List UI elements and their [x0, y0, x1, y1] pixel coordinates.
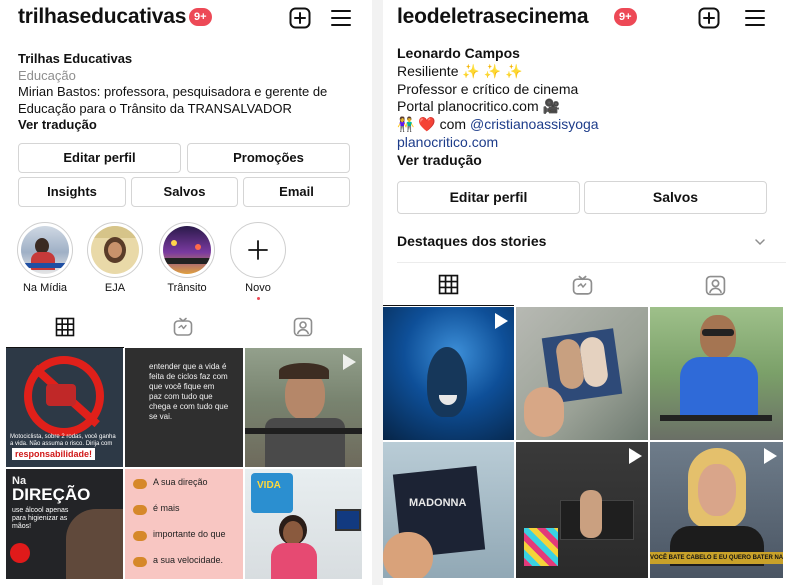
bio-prefix: 👫 ❤️ com — [397, 116, 470, 133]
tagged-icon — [293, 317, 313, 337]
story-highlights-title[interactable]: Destaques dos stories — [397, 233, 546, 249]
highlight-new[interactable]: Novo — [230, 222, 286, 300]
edit-profile-button[interactable]: Editar perfil — [397, 181, 580, 214]
post-line: importante do que — [153, 529, 226, 539]
notification-badge[interactable]: 9+ — [614, 8, 637, 26]
promotions-button[interactable]: Promoções — [187, 143, 350, 173]
tab-igtv[interactable] — [516, 264, 648, 306]
post-thumbnail[interactable] — [650, 307, 783, 440]
plus-square-icon[interactable] — [288, 6, 312, 30]
highlight-na-midia[interactable]: Na Mídia — [17, 222, 73, 294]
post-caption: use álcool apenas para higienizar as mão… — [12, 507, 69, 530]
highlight-label: Novo — [245, 282, 271, 294]
tagged-icon — [705, 275, 725, 295]
highlight-thumbnail — [163, 226, 211, 274]
profile-tabs — [383, 264, 800, 306]
tab-tagged[interactable] — [649, 264, 781, 306]
profile-bio: Trilhas Educativas Educação Mirian Basto… — [18, 51, 327, 134]
insights-button[interactable]: Insights — [18, 177, 126, 207]
edit-profile-button[interactable]: Editar perfil — [18, 143, 181, 173]
post-line: é mais — [153, 503, 180, 513]
plus-square-icon[interactable] — [697, 6, 721, 30]
saved-button[interactable]: Salvos — [584, 181, 767, 214]
play-icon — [495, 313, 508, 329]
post-thumbnail[interactable] — [516, 442, 648, 578]
post-thumbnail[interactable]: MADONNA — [383, 442, 514, 578]
bio-line: Professor e crítico de cinema — [397, 80, 579, 97]
profile-header: leodeletrasecinema 9+ — [383, 2, 800, 32]
post-thumbnail[interactable]: Motociclista, sobre 2 rodas, você ganha … — [6, 348, 123, 467]
see-translation-link[interactable]: Ver tradução — [18, 117, 327, 134]
profile-name: Leonardo Campos — [397, 45, 520, 61]
post-thumbnail[interactable]: VIDA — [245, 469, 362, 579]
chevron-down-icon[interactable] — [754, 236, 766, 248]
notification-badge[interactable]: 9+ — [189, 8, 212, 26]
highlight-transito[interactable]: Trânsito — [159, 222, 215, 294]
bio-line: Mirian Bastos: professora, pesquisadora … — [18, 84, 328, 99]
username[interactable]: leodeletrasecinema — [397, 5, 589, 29]
post-thumbnail[interactable] — [516, 307, 648, 440]
bio-line: Resiliente ✨ ✨ ✨ — [397, 62, 523, 79]
profile-header: trilhaseducativas 9+ — [0, 2, 372, 32]
username[interactable]: trilhaseducativas — [18, 5, 186, 29]
highlight-label: Trânsito — [167, 282, 207, 294]
bio-line: Educação para o Trânsito da TRANSALVADOR — [18, 100, 292, 116]
post-quote: entender que a vida é feita de ciclos fa… — [149, 362, 229, 421]
tab-igtv[interactable] — [124, 306, 242, 348]
profile-bio: Leonardo Campos Resiliente ✨ ✨ ✨ Profess… — [397, 45, 599, 170]
website-link[interactable]: planocritico.com — [397, 134, 599, 152]
play-icon — [764, 448, 777, 464]
post-thumbnail[interactable] — [245, 348, 362, 467]
hamburger-menu-icon[interactable] — [329, 6, 353, 30]
post-caption: responsabilidade! — [12, 448, 96, 460]
igtv-icon — [173, 317, 193, 336]
plus-icon — [248, 240, 268, 260]
profile-category: Educação — [18, 67, 76, 83]
right-profile-panel: leodeletrasecinema 9+ Leonardo Campos Re… — [383, 0, 800, 585]
highlight-eja[interactable]: EJA — [87, 222, 143, 294]
profile-name: Trilhas Educativas — [18, 51, 133, 66]
post-caption: VOCÊ BATE CABELO E EU QUERO BATER NA SUA… — [650, 552, 783, 564]
mention-link[interactable]: @cristianoassisyoga — [470, 116, 599, 132]
left-profile-panel: trilhaseducativas 9+ Trilhas Educativas … — [0, 0, 372, 585]
divider — [397, 262, 786, 263]
post-thumbnail[interactable]: Na DIREÇÃO use álcool apenas para higien… — [6, 469, 123, 579]
grid-icon — [438, 274, 459, 295]
igtv-icon — [572, 275, 592, 295]
post-caption: Motociclista, sobre 2 rodas, você ganha … — [10, 434, 116, 447]
album-title: MADONNA — [409, 497, 467, 509]
play-icon — [343, 354, 356, 370]
tab-tagged[interactable] — [244, 306, 362, 348]
new-dot-indicator — [256, 297, 260, 300]
post-line: A sua direção — [153, 477, 208, 487]
profile-tabs — [0, 306, 372, 348]
post-thumbnail[interactable]: entender que a vida é feita de ciclos fa… — [125, 348, 243, 467]
tab-grid[interactable] — [383, 264, 514, 306]
saved-button[interactable]: Salvos — [131, 177, 238, 207]
grid-icon — [55, 317, 75, 336]
panel-divider — [372, 0, 383, 585]
email-button[interactable]: Email — [243, 177, 350, 207]
bio-line: 👫 ❤️ com @cristianoassisyoga — [397, 116, 599, 134]
hamburger-menu-icon[interactable] — [743, 6, 767, 30]
bio-line: Portal planocritico.com 🎥 — [397, 98, 560, 115]
highlight-thumbnail — [91, 226, 139, 274]
post-line: a sua velocidade. — [153, 555, 224, 565]
post-sign: VIDA — [257, 480, 281, 491]
tab-grid[interactable] — [6, 306, 124, 348]
play-icon — [629, 448, 642, 464]
highlight-thumbnail — [21, 226, 69, 274]
post-thumbnail[interactable]: VOCÊ BATE CABELO E EU QUERO BATER NA SUA… — [650, 442, 783, 578]
highlight-label: EJA — [104, 282, 126, 294]
post-title: DIREÇÃO — [12, 485, 91, 504]
post-thumbnail[interactable]: A sua direção é mais importante do que a… — [125, 469, 243, 579]
highlight-label: Na Mídia — [22, 282, 68, 294]
see-translation-link[interactable]: Ver tradução — [397, 152, 599, 170]
post-thumbnail[interactable] — [383, 307, 514, 440]
